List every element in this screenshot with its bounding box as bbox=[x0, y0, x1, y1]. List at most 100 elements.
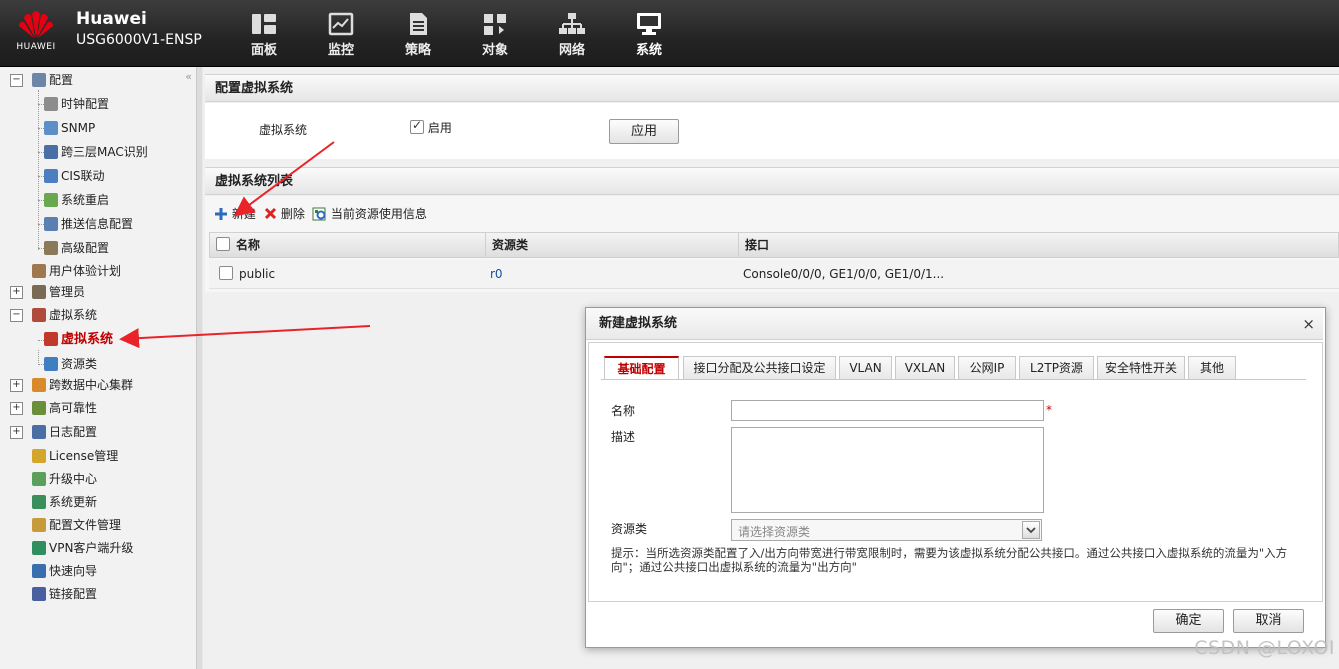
sidebar-item-icon bbox=[44, 357, 58, 371]
nav-policy[interactable]: 策略 bbox=[388, 12, 448, 58]
policy-icon bbox=[410, 13, 427, 35]
tab-other[interactable]: 其他 bbox=[1188, 356, 1236, 379]
config-panel: 虚拟系统 启用 应用 bbox=[205, 103, 1339, 159]
sidebar-item-icon bbox=[32, 587, 46, 601]
huawei-logo[interactable]: HUAWEI bbox=[10, 6, 62, 60]
sidebar-item[interactable]: 配置 bbox=[32, 70, 73, 90]
sidebar-item[interactable]: 日志配置 bbox=[32, 422, 97, 442]
cancel-button[interactable]: 取消 bbox=[1233, 609, 1304, 633]
table-row[interactable]: public r0 Console0/0/0, GE1/0/0, GE1/0/1… bbox=[209, 260, 1339, 289]
row-checkbox[interactable] bbox=[219, 266, 233, 280]
collapse-sidebar-icon[interactable]: « bbox=[185, 70, 192, 83]
sidebar-item[interactable]: 资源类 bbox=[44, 354, 97, 374]
sidebar-item[interactable]: 虚拟系统 bbox=[32, 305, 97, 325]
watermark: CSDN @LOXOI bbox=[1194, 637, 1335, 659]
sidebar-item-icon bbox=[32, 264, 46, 278]
collapse-node-icon[interactable]: − bbox=[10, 74, 23, 87]
sidebar-item[interactable]: SNMP bbox=[44, 118, 95, 138]
sidebar-item[interactable]: 时钟配置 bbox=[44, 94, 109, 114]
sidebar-item[interactable]: 用户体验计划 bbox=[32, 261, 121, 281]
name-input[interactable] bbox=[731, 400, 1044, 421]
plus-icon bbox=[215, 208, 227, 220]
close-icon[interactable]: × bbox=[1302, 308, 1315, 340]
sidebar-item-label: 高可靠性 bbox=[49, 401, 98, 415]
resource-info-button[interactable]: 当前资源使用信息 bbox=[312, 205, 427, 223]
enable-label: 启用 bbox=[427, 121, 452, 135]
enable-checkbox[interactable] bbox=[410, 118, 424, 134]
sidebar-item-label: 推送信息配置 bbox=[61, 217, 134, 231]
dropdown-button[interactable] bbox=[1022, 521, 1040, 539]
select-all-checkbox[interactable] bbox=[216, 237, 230, 251]
tab-security-switch[interactable]: 安全特性开关 bbox=[1097, 356, 1185, 379]
dialog-title: 新建虚拟系统 bbox=[586, 308, 1323, 340]
sidebar-item[interactable]: 系统更新 bbox=[32, 492, 97, 512]
sidebar-item[interactable]: 跨三层MAC识别 bbox=[44, 142, 148, 162]
device-model: USG6000V1-ENSP bbox=[76, 32, 202, 48]
sidebar-item[interactable]: 跨数据中心集群 bbox=[32, 375, 133, 395]
tab-divider bbox=[601, 379, 1306, 380]
tab-vxlan[interactable]: VXLAN bbox=[895, 356, 955, 379]
collapse-node-icon[interactable]: − bbox=[10, 309, 23, 322]
nav-dashboard[interactable]: 面板 bbox=[234, 12, 294, 58]
sidebar-item-label: License管理 bbox=[49, 449, 119, 463]
expand-node-icon[interactable]: + bbox=[10, 379, 23, 392]
resource-placeholder: 请选择资源类 bbox=[738, 525, 811, 539]
row-resource-link[interactable]: r0 bbox=[490, 260, 503, 288]
list-panel-title: 虚拟系统列表 bbox=[205, 167, 1339, 195]
desc-textarea[interactable] bbox=[731, 427, 1044, 513]
tree-connector bbox=[38, 90, 39, 250]
nav-system[interactable]: 系统 bbox=[619, 12, 679, 58]
expand-node-icon[interactable]: + bbox=[10, 426, 23, 439]
sidebar-item[interactable]: 快速向导 bbox=[32, 561, 97, 581]
sidebar-item-label: 系统更新 bbox=[49, 495, 98, 509]
expand-node-icon[interactable]: + bbox=[10, 286, 23, 299]
ok-button[interactable]: 确定 bbox=[1153, 609, 1224, 633]
sidebar-splitter[interactable] bbox=[197, 67, 202, 669]
expand-node-icon[interactable]: + bbox=[10, 402, 23, 415]
nav-label: 策略 bbox=[404, 43, 431, 58]
nav-monitor[interactable]: 监控 bbox=[311, 12, 371, 58]
sidebar-item[interactable]: VPN客户端升级 bbox=[32, 538, 133, 558]
sidebar-item-icon bbox=[32, 401, 46, 415]
sidebar-item-icon bbox=[44, 169, 58, 183]
sidebar-item[interactable]: 高级配置 bbox=[44, 238, 109, 258]
new-button[interactable]: 新建 bbox=[214, 205, 256, 223]
enable-checkbox-wrap[interactable]: 启用 bbox=[410, 118, 452, 136]
bandwidth-hint: 提示：当所选资源类配置了入/出方向带宽进行带宽限制时，需要为该虚拟系统分配公共接… bbox=[611, 546, 1288, 574]
row-interfaces: Console0/0/0, GE1/0/0, GE1/0/1... bbox=[743, 267, 945, 281]
nav-object[interactable]: 对象 bbox=[465, 12, 525, 58]
sidebar-item-label: 日志配置 bbox=[49, 425, 98, 439]
sidebar-item-label: 链接配置 bbox=[49, 587, 98, 601]
table-header: 名称 资源类 接口 bbox=[209, 232, 1339, 258]
sidebar-item-label: 资源类 bbox=[61, 357, 98, 371]
column-interface[interactable]: 接口 bbox=[738, 233, 1338, 257]
sidebar-item[interactable]: CIS联动 bbox=[44, 166, 105, 186]
tab-basic-config[interactable]: 基础配置 bbox=[604, 356, 679, 380]
sidebar-item[interactable]: 虚拟系统 bbox=[44, 330, 113, 350]
sidebar-item[interactable]: 链接配置 bbox=[32, 584, 97, 604]
product-title: Huawei USG6000V1-ENSP bbox=[76, 9, 202, 48]
tab-vlan[interactable]: VLAN bbox=[839, 356, 892, 379]
tab-interface-assign[interactable]: 接口分配及公共接口设定 bbox=[683, 356, 836, 379]
resource-select[interactable]: 请选择资源类 bbox=[731, 519, 1042, 541]
resource-label: 资源类 bbox=[611, 522, 648, 536]
sidebar-item[interactable]: 管理员 bbox=[32, 282, 85, 302]
sidebar-item[interactable]: 推送信息配置 bbox=[44, 214, 133, 234]
apply-button[interactable]: 应用 bbox=[609, 119, 679, 144]
delete-button[interactable]: 删除 bbox=[264, 205, 305, 223]
sidebar-item[interactable]: 升级中心 bbox=[32, 469, 97, 489]
sidebar-item-label: 高级配置 bbox=[61, 241, 110, 255]
dialog-body: 基础配置 接口分配及公共接口设定 VLAN VXLAN 公网IP L2TP资源 … bbox=[588, 342, 1323, 602]
sidebar-item[interactable]: 高可靠性 bbox=[32, 398, 97, 418]
tab-l2tp[interactable]: L2TP资源 bbox=[1019, 356, 1094, 379]
sidebar-item[interactable]: 系统重启 bbox=[44, 190, 109, 210]
sidebar-item[interactable]: License管理 bbox=[32, 446, 118, 466]
column-resource[interactable]: 资源类 bbox=[485, 233, 739, 257]
config-panel-title: 配置虚拟系统 bbox=[205, 74, 1339, 102]
sidebar-item-icon bbox=[44, 217, 58, 231]
sidebar-item[interactable]: 配置文件管理 bbox=[32, 515, 121, 535]
tab-public-ip[interactable]: 公网IP bbox=[958, 356, 1016, 379]
nav-network[interactable]: 网络 bbox=[542, 12, 602, 58]
delete-label: 删除 bbox=[280, 207, 305, 221]
sidebar-item-icon bbox=[44, 332, 58, 346]
